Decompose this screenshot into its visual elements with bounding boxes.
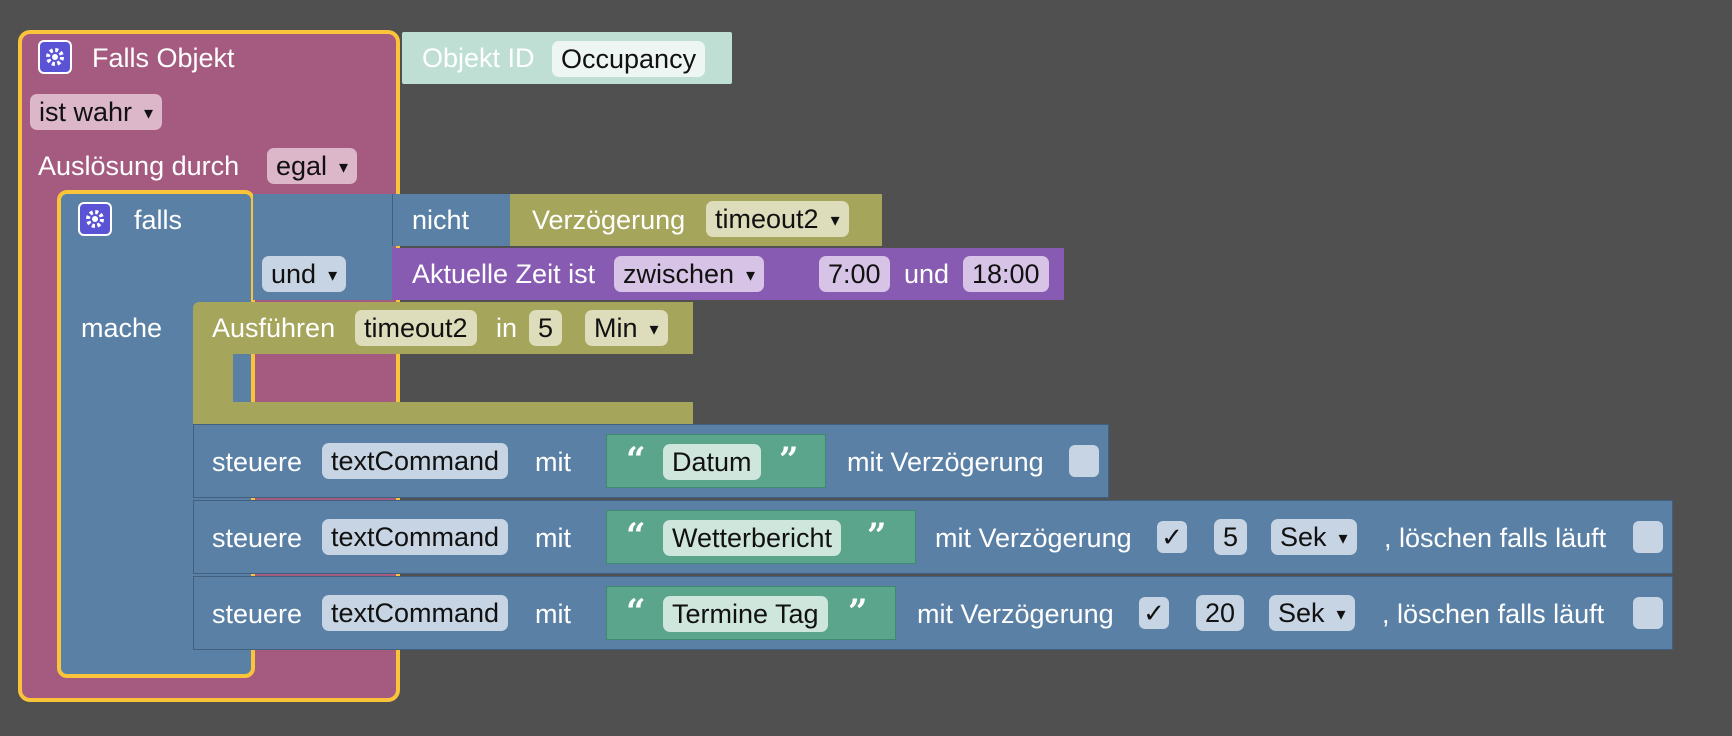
trigger-by-dropdown[interactable]: egal — [267, 148, 358, 184]
open-quote-icon: “ — [626, 440, 646, 480]
time-mode-dropdown[interactable]: zwischen — [614, 256, 765, 292]
delay-checkbox[interactable] — [1069, 445, 1099, 477]
time-from-field[interactable]: 7:00 — [819, 256, 890, 292]
command-mit-label: mit — [535, 523, 571, 553]
close-quote-icon: ” — [848, 592, 868, 632]
delay-value-field[interactable]: 5 — [1214, 519, 1248, 555]
close-quote-icon: ” — [867, 516, 887, 556]
command-steuere-label: steuere — [212, 599, 303, 629]
object-id-field[interactable]: Occupancy — [552, 41, 706, 77]
timeout-in-label: in — [496, 313, 518, 343]
object-id-label: Objekt ID — [422, 43, 535, 73]
not-label: nicht — [412, 205, 470, 235]
command-target-field[interactable]: textCommand — [322, 519, 509, 555]
timeout-label: Ausführen — [212, 313, 336, 343]
delay-checkbox[interactable]: ✓ — [1139, 597, 1169, 629]
command-steuere-label: steuere — [212, 447, 303, 477]
trigger-gear-icon[interactable] — [38, 40, 72, 74]
trigger-by-label: Auslösung durch — [38, 151, 240, 181]
mache-label: mache — [81, 313, 163, 343]
timeout-name-field[interactable]: timeout2 — [355, 310, 477, 346]
clear-if-running-checkbox[interactable] — [1633, 597, 1663, 629]
open-quote-icon: “ — [626, 516, 646, 556]
delay-unit-dropdown[interactable]: Sek — [1271, 519, 1357, 555]
timeout-unit-dropdown[interactable]: Min — [585, 310, 668, 346]
condition-dropdown[interactable]: ist wahr — [30, 94, 163, 130]
clear-if-running-checkbox[interactable] — [1633, 521, 1663, 553]
timeout-value-field[interactable]: 5 — [529, 310, 563, 346]
command-mit-label: mit — [535, 447, 571, 477]
time-label: Aktuelle Zeit ist — [412, 259, 596, 289]
text-field[interactable]: Wetterbericht — [663, 520, 842, 556]
delay-check-dropdown[interactable]: timeout2 — [706, 201, 849, 237]
text-field[interactable]: Termine Tag — [663, 596, 828, 632]
delay-check-label: Verzögerung — [532, 205, 686, 235]
delay-checkbox[interactable]: ✓ — [1157, 521, 1187, 553]
command-target-field[interactable]: textCommand — [322, 595, 509, 631]
command-delay-label: mit Verzögerung — [917, 599, 1114, 629]
trigger-title: Falls Objekt — [92, 43, 235, 73]
open-quote-icon: “ — [626, 592, 646, 632]
delay-unit-dropdown[interactable]: Sek — [1269, 595, 1355, 631]
clear-if-running-label: , löschen falls läuft — [1384, 523, 1607, 553]
falls-label: falls — [134, 205, 183, 235]
if-gear-icon[interactable] — [78, 202, 112, 236]
command-delay-label: mit Verzögerung — [935, 523, 1132, 553]
time-to-field[interactable]: 18:00 — [963, 256, 1049, 292]
command-target-field[interactable]: textCommand — [322, 443, 509, 479]
close-quote-icon: ” — [779, 440, 799, 480]
timeout-block-arm — [193, 354, 233, 404]
delay-value-field[interactable]: 20 — [1196, 595, 1245, 631]
command-mit-label: mit — [535, 599, 571, 629]
command-delay-label: mit Verzögerung — [847, 447, 1044, 477]
timeout-block-bottom — [193, 402, 693, 424]
clear-if-running-label: , löschen falls läuft — [1382, 599, 1605, 629]
command-steuere-label: steuere — [212, 523, 303, 553]
text-field[interactable]: Datum — [663, 444, 761, 480]
time-and-label: und — [904, 259, 950, 289]
and-operator-dropdown[interactable]: und — [262, 256, 347, 292]
